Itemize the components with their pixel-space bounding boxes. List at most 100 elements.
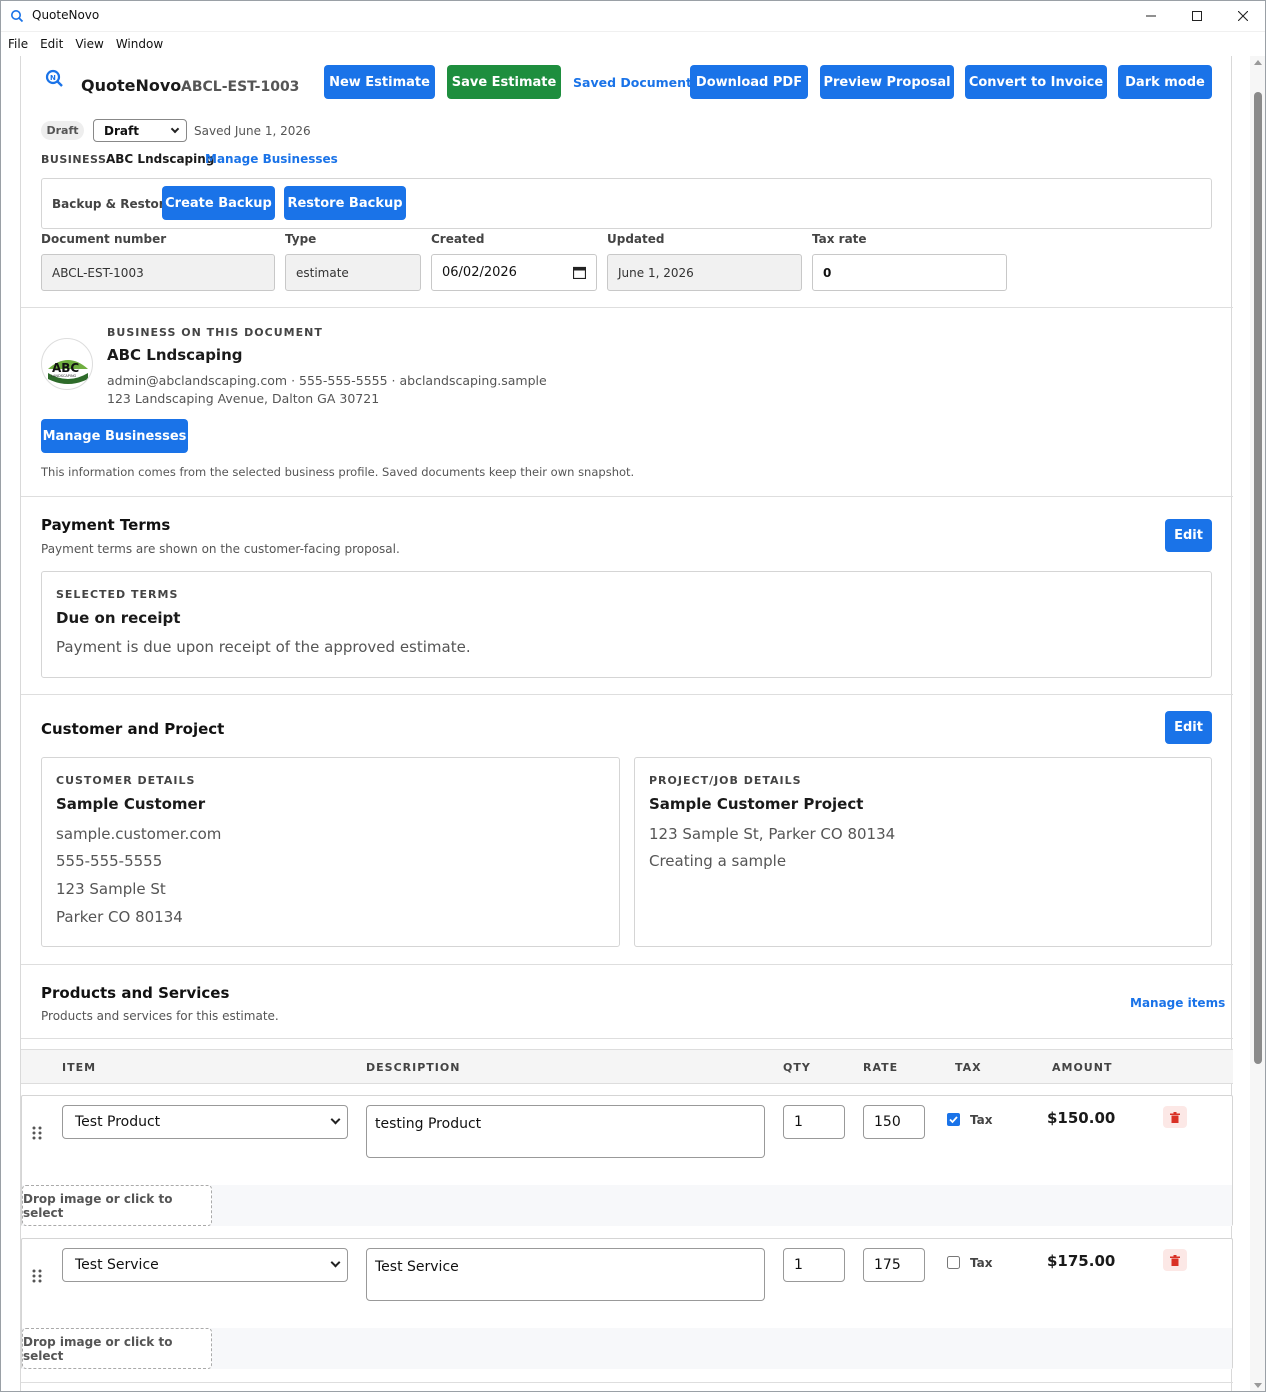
business-note: This information comes from the selected… [41, 465, 635, 479]
business-section-heading: BUSINESS ON THIS DOCUMENT [107, 326, 323, 339]
project-details-card: PROJECT/JOB DETAILS Sample Customer Proj… [634, 757, 1212, 947]
menu-bar: File Edit View Window [0, 32, 1266, 56]
business-label: BUSINESS [41, 153, 107, 166]
preview-proposal-button[interactable]: Preview Proposal [820, 65, 954, 99]
menu-view[interactable]: View [75, 37, 103, 51]
doc-number-label: Document number [41, 232, 167, 246]
drag-handle-icon[interactable] [32, 1269, 42, 1283]
qty-input[interactable]: 1 [783, 1248, 845, 1282]
customer-details-label: CUSTOMER DETAILS [56, 774, 196, 787]
tax-rate-input[interactable]: 0 [812, 254, 1007, 291]
logo-text: ABC [52, 361, 79, 375]
menu-window[interactable]: Window [116, 37, 163, 51]
section-divider [21, 694, 1233, 695]
status-select-value: Draft [104, 123, 139, 138]
scroll-down-icon[interactable] [1254, 1383, 1262, 1388]
window-title: QuoteNovo [32, 8, 100, 22]
type-field: estimate [285, 254, 421, 291]
chevron-down-icon [170, 124, 180, 134]
tax-checkbox[interactable] [947, 1113, 960, 1126]
close-button[interactable] [1220, 0, 1266, 32]
maximize-button[interactable] [1174, 0, 1220, 32]
qty-input[interactable]: 1 [783, 1105, 845, 1139]
scrollbar-thumb[interactable] [1254, 92, 1262, 1064]
dark-mode-button[interactable]: Dark mode [1118, 65, 1212, 99]
download-pdf-button[interactable]: Download PDF [690, 65, 808, 99]
description-textarea[interactable]: testing Product [366, 1105, 765, 1158]
convert-invoice-button[interactable]: Convert to Invoice [965, 65, 1107, 99]
vertical-scrollbar[interactable] [1250, 56, 1266, 1392]
delete-row-button[interactable] [1163, 1249, 1187, 1271]
edit-customer-button[interactable]: Edit [1165, 711, 1212, 744]
project-name: Sample Customer Project [649, 795, 864, 813]
minimize-button[interactable] [1128, 0, 1174, 32]
tax-rate-label: Tax rate [812, 232, 867, 246]
section-divider [21, 964, 1233, 965]
updated-label: Updated [607, 232, 665, 246]
item-select-value: Test Product [75, 1114, 161, 1130]
business-logo-icon: ABC LANDSCAPING [48, 360, 88, 384]
estimate-page: N QuoteNovo ABCL-EST-1003 New Estimate S… [20, 56, 1233, 1392]
minimize-icon [1146, 15, 1156, 17]
app-name: QuoteNovo [81, 76, 182, 95]
menu-edit[interactable]: Edit [40, 37, 63, 51]
drag-handle-icon[interactable] [32, 1126, 42, 1140]
selected-terms-label: SELECTED TERMS [56, 588, 179, 601]
project-address: 123 Sample St, Parker CO 80134 [649, 825, 896, 843]
column-item: ITEM [62, 1061, 97, 1074]
rate-input[interactable]: 175 [863, 1248, 925, 1282]
save-estimate-button[interactable]: Save Estimate [447, 65, 561, 99]
section-divider [21, 1038, 1233, 1039]
create-backup-button[interactable]: Create Backup [162, 186, 275, 220]
customer-details-card: CUSTOMER DETAILS Sample Customer sample.… [41, 757, 620, 947]
saved-timestamp: Saved June 1, 2026 [194, 124, 311, 138]
created-date-value: 06/02/2026 [442, 265, 517, 280]
rate-input[interactable]: 150 [863, 1105, 925, 1139]
item-select[interactable]: Test Product [62, 1105, 348, 1139]
image-dropzone[interactable]: Drop image or click to select [22, 1185, 212, 1226]
delete-row-button[interactable] [1163, 1106, 1187, 1128]
section-divider [21, 1382, 1233, 1383]
item-select-value: Test Service [75, 1257, 159, 1273]
description-textarea[interactable]: Test Service [366, 1248, 765, 1301]
new-estimate-button[interactable]: New Estimate [324, 65, 435, 99]
trash-icon [1170, 1254, 1180, 1266]
manage-businesses-link[interactable]: Manage Businesses [205, 152, 338, 166]
doc-number-field: ABCL-EST-1003 [41, 254, 275, 291]
logo-subtext: LANDSCAPING [51, 374, 77, 378]
close-icon [1238, 11, 1248, 21]
payment-terms-subtitle: Payment terms are shown on the customer-… [41, 542, 400, 556]
header-doc-number: ABCL-EST-1003 [181, 79, 300, 95]
manage-items-link[interactable]: Manage items [1130, 996, 1225, 1010]
svg-text:N: N [50, 74, 56, 82]
row-amount: $175.00 [1047, 1252, 1116, 1270]
row-amount: $150.00 [1047, 1109, 1116, 1127]
tax-checkbox-label: Tax [970, 1256, 993, 1270]
customer-city: Parker CO 80134 [56, 908, 183, 926]
created-date-input[interactable]: 06/02/2026 [431, 254, 597, 291]
saved-documents-link[interactable]: Saved Documents [573, 75, 699, 90]
restore-backup-button[interactable]: Restore Backup [284, 186, 406, 220]
item-select[interactable]: Test Service [62, 1248, 348, 1282]
customer-name: Sample Customer [56, 795, 206, 813]
edit-payment-terms-button[interactable]: Edit [1165, 519, 1212, 552]
scroll-up-icon[interactable] [1254, 60, 1262, 65]
products-title: Products and Services [41, 984, 230, 1002]
menu-file[interactable]: File [8, 37, 28, 51]
customer-project-title: Customer and Project [41, 720, 225, 738]
table-row: Test Product testing Product 1 150 Tax $… [21, 1095, 1233, 1226]
column-tax: TAX [955, 1061, 982, 1074]
app-logo-icon: N [45, 69, 63, 87]
status-select[interactable]: Draft [93, 119, 187, 142]
column-rate: RATE [863, 1061, 899, 1074]
payment-terms-title: Payment Terms [41, 516, 171, 534]
backup-panel: Backup & Restore Create Backup Restore B… [41, 178, 1212, 229]
calendar-icon[interactable] [573, 266, 586, 279]
items-table-header: ITEM DESCRIPTION QTY RATE TAX AMOUNT [21, 1049, 1233, 1084]
image-dropzone[interactable]: Drop image or click to select [22, 1328, 212, 1369]
business-logo: ABC LANDSCAPING [41, 338, 93, 390]
tax-checkbox[interactable] [947, 1256, 960, 1269]
window-titlebar: QuoteNovo [0, 0, 1266, 32]
column-amount: AMOUNT [1052, 1061, 1113, 1074]
manage-businesses-button[interactable]: Manage Businesses [41, 419, 188, 453]
